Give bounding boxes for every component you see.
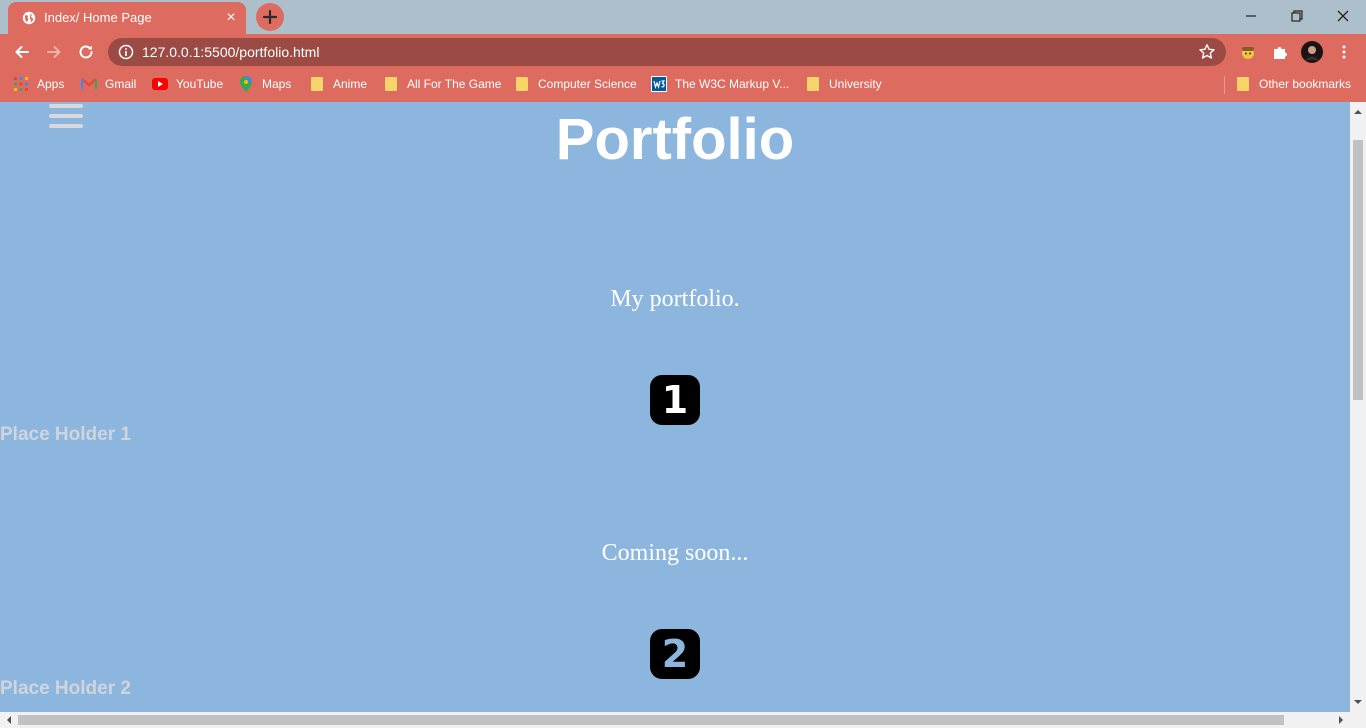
folder-icon <box>309 76 325 92</box>
bookmarks-bar: Apps Gmail YouTube Maps Anime All For Th… <box>0 70 1366 102</box>
horizontal-scroll-thumb[interactable] <box>18 715 1284 725</box>
bookmark-other-bookmarks[interactable]: Other bookmarks <box>1235 70 1351 98</box>
bookmark-label: Gmail <box>105 77 137 91</box>
tab-strip: Index/ Home Page × <box>0 0 1366 34</box>
vertical-scrollbar[interactable] <box>1350 102 1366 712</box>
folder-icon <box>805 76 821 92</box>
close-tab-icon[interactable]: × <box>222 9 240 27</box>
bookmark-youtube[interactable]: YouTube <box>152 70 223 98</box>
globe-icon <box>22 11 36 25</box>
bookmark-label: Maps <box>262 77 292 91</box>
bookmark-folder-computer-science[interactable]: Computer Science <box>514 70 637 98</box>
kebab-menu-icon <box>1342 45 1346 59</box>
badge-number: 1 <box>661 378 689 422</box>
close-window-button[interactable] <box>1320 0 1366 32</box>
bookmark-label: University <box>829 77 882 91</box>
number-1-badge: 1 <box>650 375 700 425</box>
folder-icon <box>383 76 399 92</box>
bookmark-folder-anime[interactable]: Anime <box>309 70 367 98</box>
forward-button[interactable] <box>42 40 66 64</box>
bookmark-label: The W3C Markup V... <box>675 77 790 91</box>
scroll-up-arrow-icon[interactable] <box>1350 104 1366 120</box>
w3c-icon <box>651 76 667 92</box>
bookmark-star-icon[interactable] <box>1198 43 1216 61</box>
scroll-right-arrow-icon[interactable] <box>1333 712 1349 728</box>
puzzle-icon <box>1274 47 1287 59</box>
bookmark-folder-university[interactable]: University <box>805 70 882 98</box>
bookmark-folder-all-for-the-game[interactable]: All For The Game <box>383 70 501 98</box>
gmail-icon <box>81 76 97 92</box>
tab-title: Index/ Home Page <box>44 10 152 25</box>
apps-grid-icon <box>13 76 29 92</box>
section-1-text: My portfolio. <box>610 286 740 312</box>
placeholder-2: Place Holder 2 <box>0 678 131 699</box>
badge-number: 2 <box>661 632 689 676</box>
bookmark-label: Apps <box>37 77 65 91</box>
horizontal-scrollbar[interactable] <box>0 712 1366 728</box>
bookmark-label: All For The Game <box>407 77 502 91</box>
scroll-down-arrow-icon[interactable] <box>1350 694 1366 710</box>
extension-button[interactable] <box>1236 40 1260 64</box>
active-tab[interactable]: Index/ Home Page × <box>8 2 246 34</box>
back-arrow-icon <box>15 46 29 58</box>
youtube-icon <box>152 76 168 92</box>
maps-icon <box>238 76 254 92</box>
bookmark-maps[interactable]: Maps <box>238 70 291 98</box>
bookmark-label: Anime <box>333 77 368 91</box>
page-viewport: Portfolio My portfolio. 1 Place Holder 1… <box>0 102 1350 712</box>
browser-menu-button[interactable] <box>1332 40 1356 64</box>
placeholder-1: Place Holder 1 <box>0 424 131 445</box>
url-text[interactable]: 127.0.0.1:5500/portfolio.html <box>142 44 319 60</box>
bookmark-apps[interactable]: Apps <box>13 70 64 98</box>
folder-icon <box>1235 76 1251 92</box>
forward-arrow-icon <box>47 46 61 58</box>
extension-face-icon <box>1242 47 1254 59</box>
number-2-badge: 2 <box>650 629 700 679</box>
minimize-button[interactable] <box>1228 0 1274 32</box>
info-icon[interactable] <box>118 44 134 60</box>
minimize-icon <box>1246 15 1256 17</box>
scroll-left-arrow-icon[interactable] <box>1 712 17 728</box>
bookmark-w3c-markup[interactable]: The W3C Markup V... <box>651 70 789 98</box>
extensions-menu-button[interactable] <box>1268 40 1292 64</box>
page-title: Portfolio <box>555 107 795 172</box>
close-icon <box>1337 10 1349 22</box>
restore-button[interactable] <box>1274 0 1320 32</box>
folder-icon <box>514 76 530 92</box>
new-tab-button[interactable] <box>256 3 284 31</box>
bookmark-gmail[interactable]: Gmail <box>81 70 136 98</box>
avatar <box>1301 41 1323 63</box>
bookmark-label: YouTube <box>176 77 224 91</box>
back-button[interactable] <box>10 40 34 64</box>
profile-button[interactable] <box>1300 40 1324 64</box>
reload-icon <box>79 45 93 59</box>
vertical-scroll-thumb[interactable] <box>1353 140 1363 400</box>
plus-icon <box>262 9 278 25</box>
bookmark-label: Computer Science <box>538 77 637 91</box>
browser-toolbar: 127.0.0.1:5500/portfolio.html <box>0 34 1366 70</box>
restore-icon <box>1291 10 1303 22</box>
reload-button[interactable] <box>74 40 98 64</box>
section-2-text: Coming soon... <box>601 540 749 566</box>
bookmarks-divider <box>1224 76 1225 94</box>
bookmark-label: Other bookmarks <box>1259 77 1352 91</box>
address-bar[interactable]: 127.0.0.1:5500/portfolio.html <box>108 38 1226 66</box>
